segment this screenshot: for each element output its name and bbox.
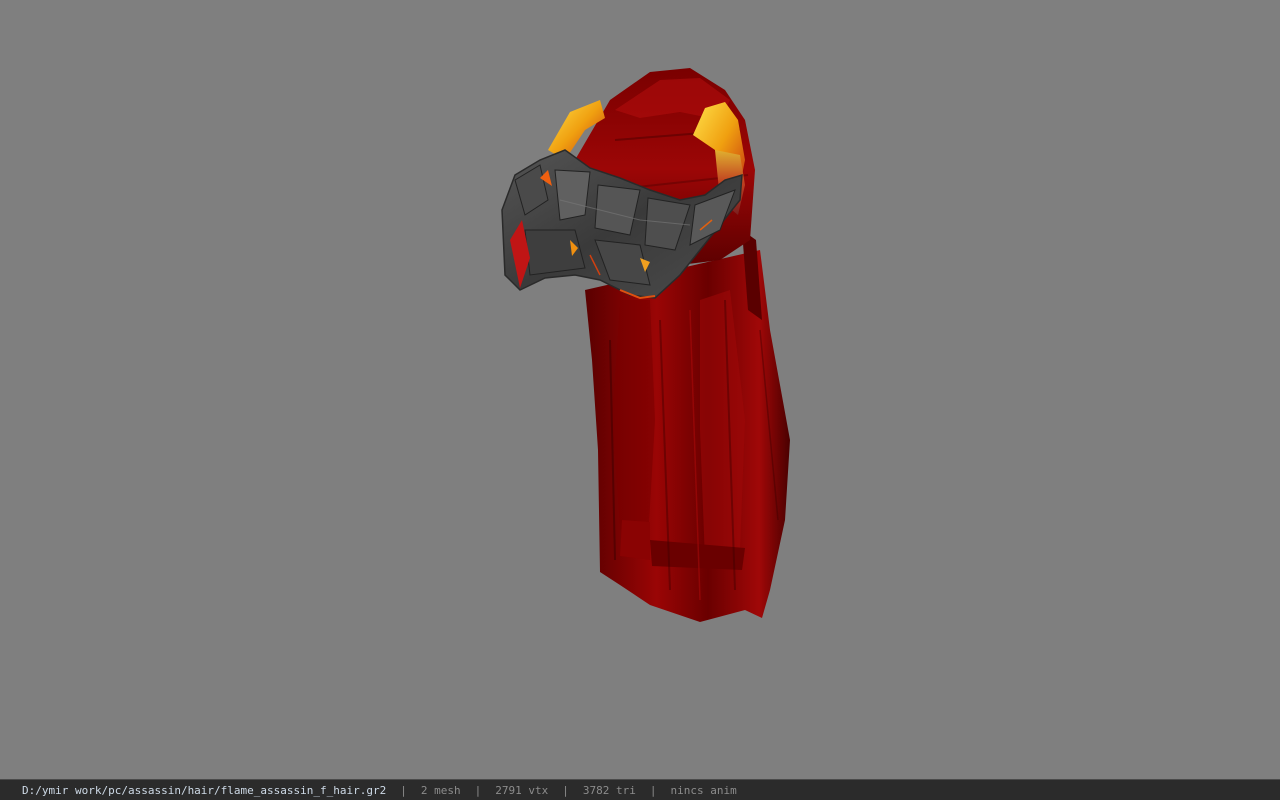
separator: | xyxy=(649,783,657,797)
vertex-count-label: 2791 vtx xyxy=(495,783,549,797)
animation-status-label: nincs anim xyxy=(670,783,737,797)
hair-model-render[interactable] xyxy=(0,0,1280,779)
file-path-label: D:/ymir work/pc/assassin/hair/flame_assa… xyxy=(22,783,387,797)
triangle-count-label: 3782 tri xyxy=(582,783,636,797)
hair-strands xyxy=(585,230,790,622)
mesh-count-label: 2 mesh xyxy=(420,783,461,797)
separator: | xyxy=(400,783,407,797)
separator: | xyxy=(562,783,569,797)
separator: | xyxy=(474,783,482,797)
3d-viewport[interactable] xyxy=(0,0,1280,779)
status-bar: D:/ymir work/pc/assassin/hair/flame_assa… xyxy=(0,779,1280,800)
